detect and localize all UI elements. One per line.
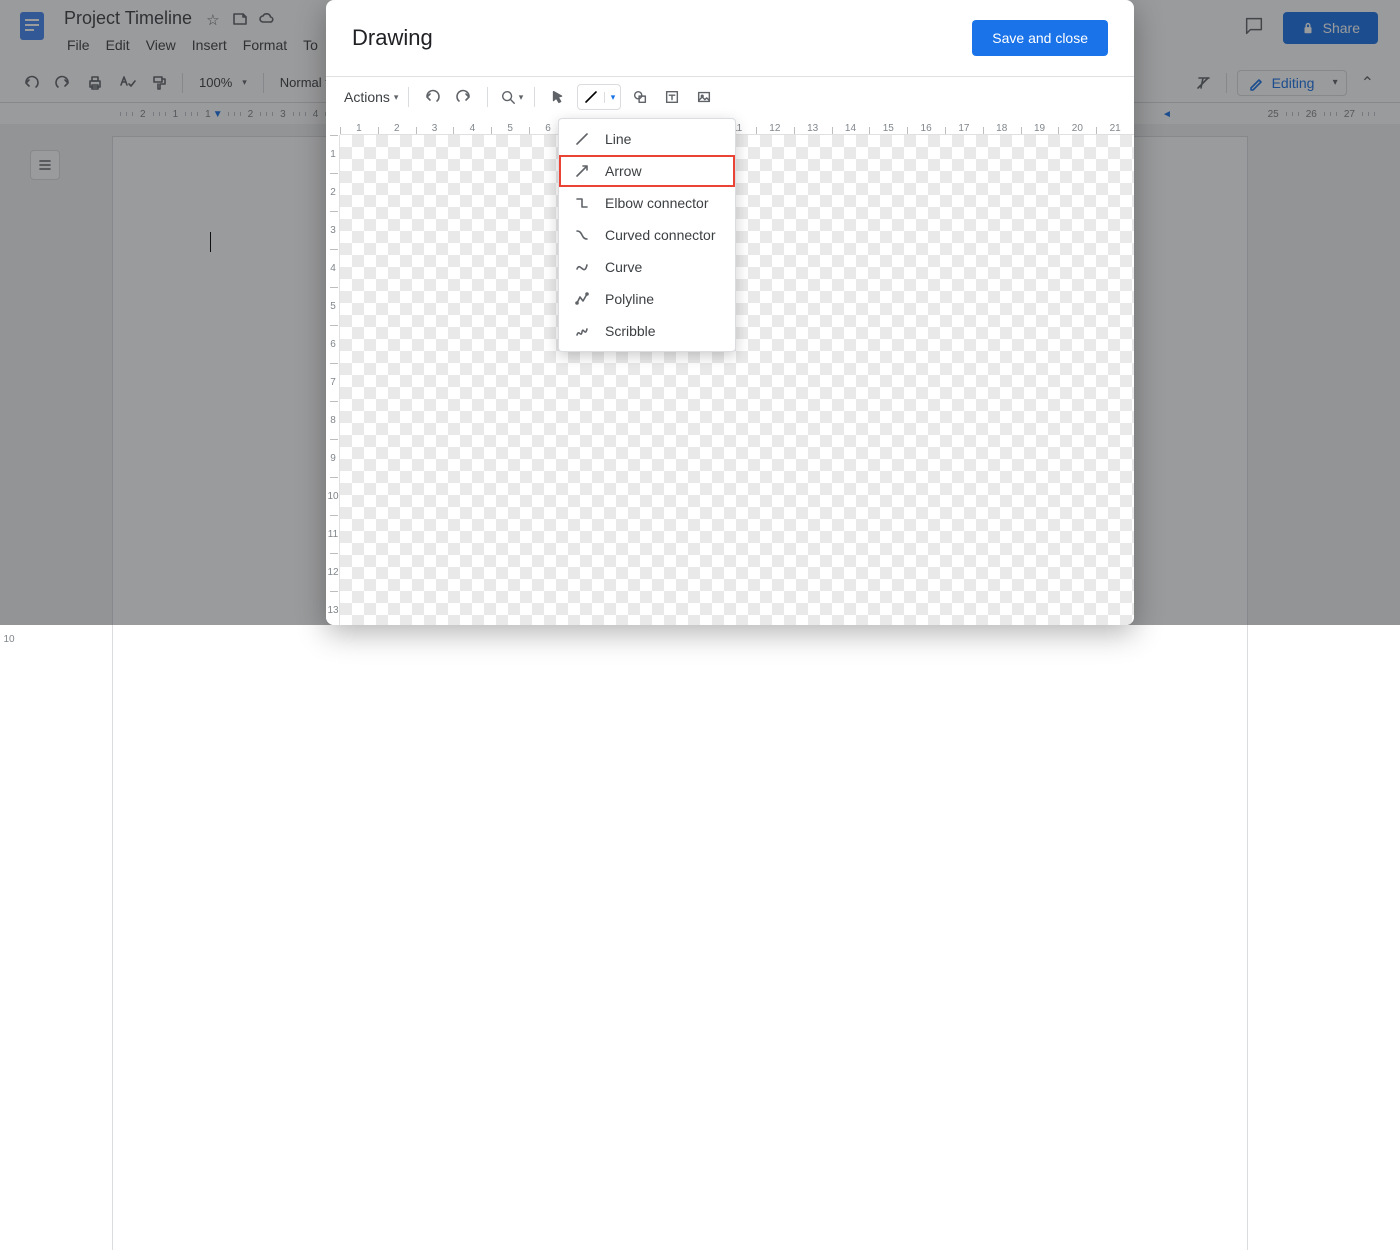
shape-tool[interactable] — [627, 84, 653, 110]
redo-button[interactable] — [451, 84, 477, 110]
elbow-icon — [573, 194, 591, 212]
arrow-icon — [573, 162, 591, 180]
line-menu-scribble[interactable]: Scribble — [559, 315, 735, 347]
canvas-horizontal-ruler: 123456789101112131415161718192021 — [340, 117, 1134, 135]
zoom-dropdown[interactable] — [498, 84, 524, 110]
polyline-icon — [573, 290, 591, 308]
actions-dropdown[interactable]: Actions — [344, 89, 398, 105]
image-tool[interactable] — [691, 84, 717, 110]
dialog-title: Drawing — [352, 25, 433, 51]
canvas-vertical-ruler: 12345678910111213 — [326, 135, 340, 625]
drawing-canvas[interactable] — [340, 135, 1134, 625]
undo-button[interactable] — [419, 84, 445, 110]
line-icon — [573, 130, 591, 148]
line-tool-menu: LineArrowElbow connectorCurved connector… — [558, 118, 736, 352]
curve-icon — [573, 258, 591, 276]
text-box-tool[interactable] — [659, 84, 685, 110]
line-menu-curved[interactable]: Curved connector — [559, 219, 735, 251]
line-menu-curve[interactable]: Curve — [559, 251, 735, 283]
drawing-toolbar: Actions ▾ — [326, 77, 1134, 117]
select-tool[interactable] — [545, 84, 571, 110]
save-and-close-button[interactable]: Save and close — [972, 20, 1108, 56]
chevron-down-icon: ▾ — [604, 92, 620, 103]
line-menu-arrow[interactable]: Arrow — [559, 155, 735, 187]
curved-icon — [573, 226, 591, 244]
scribble-icon — [573, 322, 591, 340]
line-menu-polyline[interactable]: Polyline — [559, 283, 735, 315]
line-tool-dropdown[interactable]: ▾ — [577, 84, 621, 110]
line-menu-line[interactable]: Line — [559, 123, 735, 155]
line-menu-elbow[interactable]: Elbow connector — [559, 187, 735, 219]
line-icon — [578, 89, 604, 105]
